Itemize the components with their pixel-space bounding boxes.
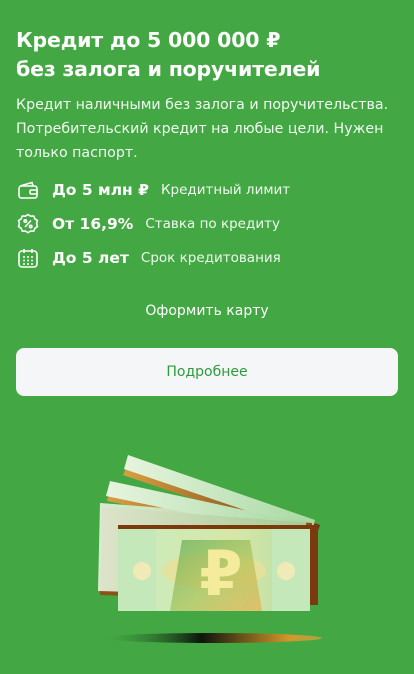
percent-icon (16, 212, 40, 236)
feature-credit-limit: До 5 млн ₽ Кредитный лимит (16, 177, 290, 203)
title-line-2: без залога и поручителей (16, 57, 321, 81)
more-details-button[interactable]: Подробнее (16, 348, 398, 396)
feature-value: До 5 млн ₽ (52, 181, 149, 199)
feature-label: Ставка по кредиту (145, 216, 280, 232)
feature-value: До 5 лет (52, 249, 129, 267)
feature-label: Кредитный лимит (160, 182, 291, 198)
feature-rate: От 16,9% Ставка по кредиту (16, 211, 280, 237)
description: Кредит наличными без залога и поручитель… (16, 97, 389, 161)
ruble-symbol: ₽ (199, 537, 242, 610)
feature-value: От 16,9% (52, 215, 134, 233)
banknotes-shadow (102, 633, 322, 643)
feature-term: До 5 лет Срок кредитования (16, 245, 281, 271)
feature-label: Срок кредитования (140, 250, 281, 266)
banknotes-illustration: ₽ (90, 445, 330, 654)
page-title: Кредит до 5 000 000 ₽ без залога и поруч… (16, 26, 398, 84)
title-line-1: Кредит до 5 000 000 ₽ (16, 28, 281, 52)
apply-card-link[interactable]: Оформить карту (16, 303, 398, 319)
calendar-icon (16, 246, 40, 270)
wallet-icon (16, 178, 40, 202)
